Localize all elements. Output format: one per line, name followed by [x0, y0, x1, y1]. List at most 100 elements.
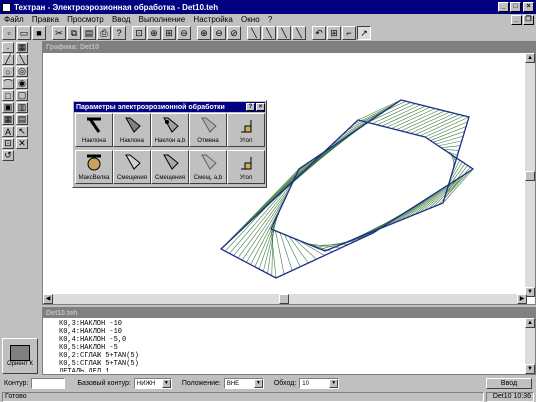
hatch-line — [241, 191, 289, 261]
btn-angle-2[interactable]: Угол — [227, 150, 265, 184]
zoom-window-icon[interactable]: ⊞ — [162, 26, 176, 40]
input-button[interactable]: Ввод — [486, 378, 532, 389]
cut-icon[interactable]: ✂ — [52, 26, 66, 40]
hatch-line — [275, 230, 285, 275]
graphics-title: Графика: Det10 — [46, 44, 100, 51]
arc-icon[interactable]: ◉ — [16, 78, 28, 89]
paste-icon[interactable]: ▤ — [82, 26, 96, 40]
zoom-in-2-icon[interactable]: ⊕ — [197, 26, 211, 40]
print-icon[interactable]: ⎙ — [97, 26, 111, 40]
zoom-out-2-icon[interactable]: ⊖ — [212, 26, 226, 40]
grid-snap-icon[interactable]: ▦ — [16, 42, 28, 53]
orient-label: Ориент К — [7, 361, 33, 367]
params-help-icon[interactable]: ? — [246, 103, 255, 111]
btn-angle[interactable]: Угол — [227, 113, 265, 147]
code-scroll-up[interactable]: ▲ — [525, 318, 535, 328]
menu-settings[interactable]: Настройка — [193, 15, 232, 24]
measure-icon[interactable]: ▤ — [16, 114, 28, 125]
grid-icon[interactable]: ⊞ — [327, 26, 341, 40]
contour-input[interactable] — [31, 378, 66, 389]
fill-icon[interactable]: ▥ — [16, 102, 28, 113]
close-icon[interactable]: × — [523, 2, 534, 12]
doc-restore-icon[interactable]: ❐ — [523, 15, 534, 25]
btn-max-size[interactable]: МаксВелка — [75, 150, 113, 184]
copy-icon[interactable]: ⧉ — [67, 26, 81, 40]
select-icon[interactable]: ▦ — [2, 114, 14, 125]
rotate-icon[interactable]: ↶ — [312, 26, 326, 40]
hatch-line — [440, 145, 461, 148]
dropdown-arrow-icon[interactable]: ▼ — [161, 379, 171, 388]
status-bar: Готово Det10 10:36 — [0, 391, 536, 402]
segment-icon[interactable]: ╲ — [16, 54, 28, 65]
zoom-fit-icon[interactable]: ⊡ — [132, 26, 146, 40]
zoom-out-icon[interactable]: ⊖ — [177, 26, 191, 40]
rect-2-icon[interactable]: ▢ — [16, 90, 28, 101]
zoom-prev-icon[interactable]: ⊘ — [227, 26, 241, 40]
square-icon[interactable]: ▣ — [2, 102, 14, 113]
pen-4-icon[interactable]: ╲ — [292, 26, 306, 40]
menu-run[interactable]: Выполнение — [139, 15, 186, 24]
tilt-face-icon — [125, 117, 141, 133]
orient-button[interactable]: Ориент К — [2, 338, 38, 374]
app-icon — [2, 2, 11, 12]
scroll-thumb[interactable] — [525, 171, 535, 181]
scroll-left-arrow[interactable]: ◀ — [43, 294, 53, 304]
scroll-right-arrow[interactable]: ▶ — [517, 294, 527, 304]
minimize-icon[interactable]: _ — [498, 2, 509, 12]
delete-icon[interactable]: ✕ — [16, 138, 28, 149]
btn-tilt-ab[interactable]: Наклон a,b — [151, 113, 189, 147]
dropdown-arrow-icon[interactable]: ▼ — [329, 379, 339, 388]
undo-icon[interactable]: ↺ — [2, 150, 14, 161]
hscroll-thumb[interactable] — [279, 294, 289, 304]
menu-window[interactable]: Окно — [241, 15, 260, 24]
toolbar: ▫ ▭ ■ ✂ ⧉ ▤ ⎙ ? ⊡ ⊕ ⊞ ⊖ ⊕ ⊖ ⊘ ╲ ╲ ╲ ╲ ↶ … — [2, 25, 534, 41]
pen-3-icon[interactable]: ╲ — [277, 26, 291, 40]
cursor-icon[interactable]: ↖ — [16, 126, 28, 137]
code-editor[interactable]: К0,3:НАКЛОН -10 К0,4:НАКЛОН -10 К0,4:НАК… — [59, 320, 139, 372]
text-icon[interactable]: A — [2, 126, 14, 137]
bypass-select[interactable]: 10 ▼ — [299, 378, 340, 389]
axes-icon[interactable]: ⌐ — [342, 26, 356, 40]
open-file-icon[interactable]: ▭ — [17, 26, 31, 40]
graphics-hscroll[interactable]: ◀ ▶ — [43, 294, 527, 304]
graphics-vscroll[interactable]: ▲ ▼ — [525, 53, 535, 297]
zoom-icon[interactable]: ⊕ — [147, 26, 161, 40]
params-titlebar: Параметры электроэрозионной обработки ? … — [74, 102, 265, 112]
btn-tilt[interactable]: Наклона — [75, 113, 113, 147]
offset-icon — [125, 154, 141, 170]
code-scroll-down[interactable]: ▼ — [525, 364, 535, 374]
code-vscroll[interactable]: ▲ ▼ — [525, 318, 535, 374]
params-close-icon[interactable]: × — [256, 103, 265, 111]
btn-tilt-2[interactable]: Наклона — [113, 113, 151, 147]
circle-center-icon[interactable]: ◎ — [16, 66, 28, 77]
dropdown-arrow-icon[interactable]: ▼ — [253, 379, 263, 388]
btn-offset-ab[interactable]: Смещ. a,b — [189, 150, 227, 184]
base-contour-select[interactable]: НИЖН ▼ — [133, 378, 172, 389]
menu-edit[interactable]: Правка — [32, 15, 59, 24]
line-icon[interactable]: ╱ — [2, 54, 14, 65]
view-3d-icon[interactable]: ↗ — [357, 26, 371, 40]
contour-icon[interactable]: ⌒ — [2, 78, 14, 89]
new-file-icon[interactable]: ▫ — [2, 26, 16, 40]
btn-cancel[interactable]: Отмена — [189, 113, 227, 147]
btn-offset[interactable]: Смещения — [113, 150, 151, 184]
circle-icon[interactable]: ○ — [2, 66, 14, 77]
pen-2-icon[interactable]: ╲ — [262, 26, 276, 40]
menu-file[interactable]: Файл — [4, 15, 24, 24]
point-icon[interactable]: · — [2, 42, 14, 53]
menu-view[interactable]: Просмотр — [67, 15, 104, 24]
scroll-up-arrow[interactable]: ▲ — [525, 53, 535, 63]
pen-1-icon[interactable]: ╲ — [247, 26, 261, 40]
bypass-label: Обход: — [273, 380, 297, 387]
help-query-icon[interactable]: ? — [112, 26, 126, 40]
offset-icon[interactable]: ⊡ — [2, 138, 14, 149]
menu-help[interactable]: ? — [268, 15, 272, 24]
menu-input[interactable]: Ввод — [112, 15, 130, 24]
maximize-icon[interactable]: □ — [510, 2, 521, 12]
angle-2-icon — [241, 157, 252, 170]
position-select[interactable]: ВНЕ ▼ — [223, 378, 264, 389]
save-icon[interactable]: ■ — [32, 26, 46, 40]
doc-minimize-icon[interactable]: _ — [511, 15, 522, 25]
rect-icon[interactable]: □ — [2, 90, 14, 101]
btn-offset-2[interactable]: Смещения — [151, 150, 189, 184]
